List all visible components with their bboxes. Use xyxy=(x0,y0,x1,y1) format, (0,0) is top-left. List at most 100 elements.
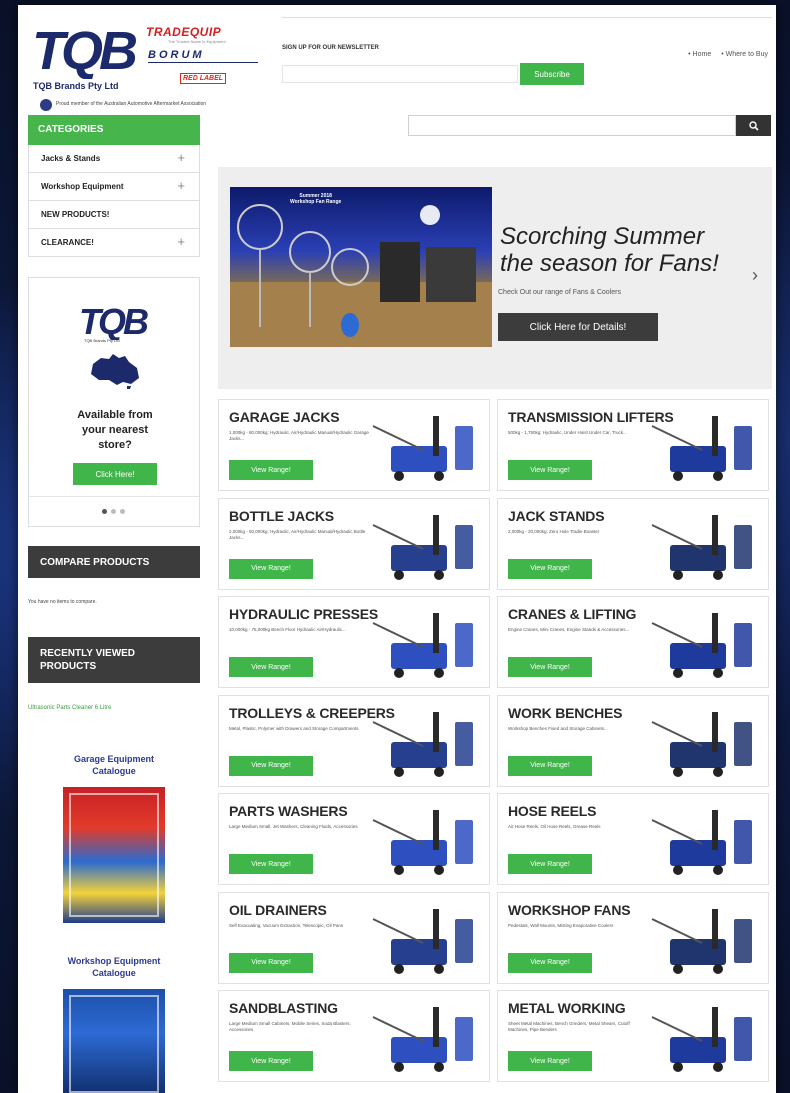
view-range-button[interactable]: View Range! xyxy=(229,558,313,579)
carousel-dot[interactable] xyxy=(120,509,125,514)
category-tile[interactable]: SANDBLASTING Large Medium Small Cabinets,… xyxy=(218,990,490,1082)
view-range-button[interactable]: View Range! xyxy=(229,755,313,776)
view-range-button[interactable]: View Range! xyxy=(508,755,592,776)
category-tile[interactable]: METAL WORKING Sheet Metal Machines, Bench… xyxy=(497,990,769,1082)
view-range-button[interactable]: View Range! xyxy=(229,1051,313,1071)
view-range-button[interactable]: View Range! xyxy=(508,460,592,480)
promo-divider xyxy=(29,496,199,497)
tile-product-image[interactable] xyxy=(642,505,762,585)
workshop-catalogue-title[interactable]: Workshop Equipment Catalogue xyxy=(48,955,180,979)
category-new-products[interactable]: NEW PRODUCTS! xyxy=(28,201,200,229)
hero-banner: Summer 2018 Workshop Fan Range Scorching… xyxy=(218,167,772,389)
hero-details-button[interactable]: Click Here for Details! xyxy=(498,313,658,341)
subscribe-button[interactable]: Subscribe xyxy=(520,63,584,85)
tile-title[interactable]: HOSE REELS xyxy=(508,803,596,819)
category-tile[interactable]: TRANSMISSION LIFTERS 500kg - 1,750kg: Hyd… xyxy=(497,399,769,491)
category-label: Jacks & Stands xyxy=(41,154,101,163)
category-tile[interactable]: PARTS WASHERS Large Medium Small, Jet Was… xyxy=(218,793,490,885)
view-range-button[interactable]: View Range! xyxy=(508,952,592,973)
compare-products-header: COMPARE PRODUCTS xyxy=(28,546,200,578)
tile-title[interactable]: METAL WORKING xyxy=(508,1000,626,1016)
tile-title[interactable]: TRANSMISSION LIFTERS xyxy=(508,409,674,425)
redlabel-logo[interactable]: RED LABEL xyxy=(180,73,227,84)
web-page: TQB TQB Brands Pty Ltd TRADEQUIP The Tru… xyxy=(18,5,776,1093)
tile-product-image[interactable] xyxy=(363,603,483,683)
borum-logo[interactable]: BORUM xyxy=(148,49,205,61)
category-tile[interactable]: JACK STANDS 2,000kg - 20,000kg: Zero Hole… xyxy=(497,497,769,590)
tqb-logo[interactable]: TQB xyxy=(28,19,138,79)
category-tile[interactable]: HOSE REELS Air Hose Reels, Oil Hose Reels… xyxy=(497,793,769,885)
tile-product-image[interactable] xyxy=(642,702,762,782)
tile-title[interactable]: WORKSHOP FANS xyxy=(508,902,631,918)
promo-text: Available from your nearest store? xyxy=(77,409,153,451)
tile-title[interactable]: GARAGE JACKS xyxy=(229,409,340,425)
view-range-button[interactable]: View Range! xyxy=(508,854,592,874)
tile-product-image[interactable] xyxy=(363,800,483,880)
view-range-button[interactable]: View Range! xyxy=(508,657,592,677)
category-tile[interactable]: OIL DRAINERS Self Evacuating, Vacuum Extr… xyxy=(218,891,490,984)
tile-title[interactable]: JACK STANDS xyxy=(508,508,605,524)
tile-title[interactable]: PARTS WASHERS xyxy=(229,803,348,819)
carousel-dot[interactable] xyxy=(111,509,116,514)
tile-title[interactable]: OIL DRAINERS xyxy=(229,902,327,918)
category-tile[interactable]: CRANES & LIFTING Engine Cranes, Mini Cran… xyxy=(497,596,769,688)
find-store-button[interactable]: Click Here! xyxy=(73,463,157,485)
tradequip-logo[interactable]: TRADEQUIP xyxy=(146,25,221,39)
tile-product-image[interactable] xyxy=(363,406,483,486)
search-button[interactable] xyxy=(736,115,771,136)
recently-viewed-link[interactable]: Ultrasonic Parts Cleaner 6 Litre xyxy=(28,705,111,711)
australia-map-icon xyxy=(91,354,139,389)
tile-product-image[interactable] xyxy=(642,997,762,1077)
newsletter-email-input[interactable] xyxy=(282,65,518,83)
view-range-button[interactable]: View Range! xyxy=(229,952,313,973)
carousel-dot[interactable] xyxy=(102,509,107,514)
category-label: CLEARANCE! xyxy=(41,238,94,247)
hero-fans-image[interactable]: Summer 2018 Workshop Fan Range xyxy=(230,187,492,347)
category-clearance[interactable]: CLEARANCE! + xyxy=(28,229,200,257)
view-range-button[interactable]: View Range! xyxy=(508,1051,592,1071)
tile-description: 2,000kg - 50,000kg: Hydraulic, Air/Hydra… xyxy=(229,528,366,540)
garage-catalogue-title[interactable]: Garage Equipment Catalogue xyxy=(48,753,180,777)
hero-subtext: Check Out our range of Fans & Coolers xyxy=(498,289,621,296)
compare-empty-text: You have no items to compare. xyxy=(28,599,97,605)
tile-product-image[interactable] xyxy=(363,899,483,979)
tile-description: Sheet Metal Machines, Bench Grinders, Me… xyxy=(508,1021,630,1032)
brand-name: TQB Brands Pty Ltd xyxy=(33,81,119,91)
tile-title[interactable]: WORK BENCHES xyxy=(508,705,622,721)
hero-heading: Scorching Summer the season for Fans! xyxy=(500,223,719,277)
where-to-buy-link[interactable]: • Where to Buy xyxy=(721,51,768,58)
category-workshop-equipment[interactable]: Workshop Equipment + xyxy=(28,173,200,201)
workshop-catalogue-cover[interactable] xyxy=(63,989,165,1093)
view-range-button[interactable]: View Range! xyxy=(508,558,592,579)
categories-header: CATEGORIES xyxy=(28,115,200,145)
expand-plus-icon[interactable]: + xyxy=(177,234,185,249)
member-text: Proud member of the Australian Automotiv… xyxy=(56,101,207,107)
tile-product-image[interactable] xyxy=(642,899,762,979)
tile-title[interactable]: HYDRAULIC PRESSES xyxy=(229,606,378,622)
expand-plus-icon[interactable]: + xyxy=(177,178,185,193)
view-range-button[interactable]: View Range! xyxy=(229,657,313,677)
category-tile[interactable]: GARAGE JACKS 1,000kg - 80,000kg: Hydrauli… xyxy=(218,399,490,491)
garage-catalogue-cover[interactable] xyxy=(63,787,165,923)
category-tile[interactable]: BOTTLE JACKS 2,000kg - 50,000kg: Hydrauli… xyxy=(218,497,490,590)
tile-title[interactable]: CRANES & LIFTING xyxy=(508,606,636,622)
home-link[interactable]: • Home xyxy=(688,51,711,58)
tile-title[interactable]: BOTTLE JACKS xyxy=(229,508,334,524)
expand-plus-icon[interactable]: + xyxy=(177,150,185,165)
tile-title[interactable]: TROLLEYS & CREEPERS xyxy=(229,705,395,721)
tile-product-image[interactable] xyxy=(642,603,762,683)
category-tile[interactable]: WORK BENCHES Workshop Benches Fixed and S… xyxy=(497,694,769,787)
category-jacks-stands[interactable]: Jacks & Stands + xyxy=(28,145,200,173)
tile-product-image[interactable] xyxy=(363,997,483,1077)
view-range-button[interactable]: View Range! xyxy=(229,854,313,874)
tile-description: Workshop Benches Fixed and Storage Cabin… xyxy=(508,725,608,731)
category-tile[interactable]: TROLLEYS & CREEPERS Metal, Plastic, Polym… xyxy=(218,694,490,787)
category-tile[interactable]: WORKSHOP FANS Pedestals, Wall Mounts, Mis… xyxy=(497,891,769,984)
category-tile[interactable]: HYDRAULIC PRESSES 10,000kg - 75,000kg Ben… xyxy=(218,596,490,688)
tile-title[interactable]: SANDBLASTING xyxy=(229,1000,338,1016)
tile-product-image[interactable] xyxy=(363,505,483,585)
tile-product-image[interactable] xyxy=(642,800,762,880)
search-input[interactable] xyxy=(408,115,736,136)
next-slide-arrow-icon[interactable]: › xyxy=(752,265,758,286)
view-range-button[interactable]: View Range! xyxy=(229,460,313,480)
